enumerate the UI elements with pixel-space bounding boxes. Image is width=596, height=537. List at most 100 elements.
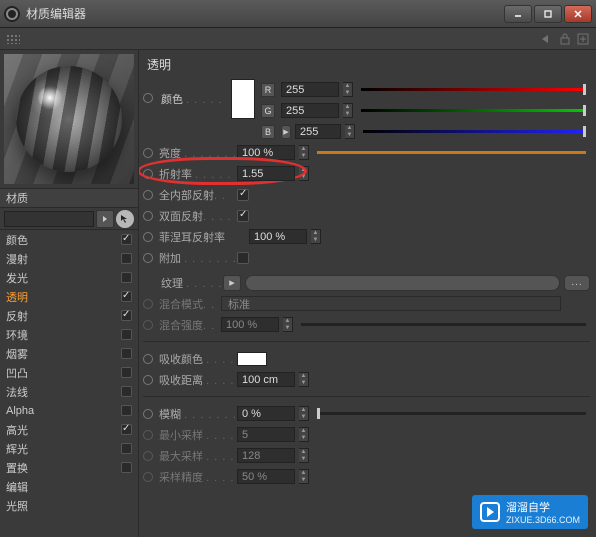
maxsamples-spinner[interactable]: ▲▼ [299, 448, 309, 463]
channel-checkbox[interactable] [121, 424, 132, 435]
blur-value[interactable]: 0 % [237, 406, 295, 421]
texture-field[interactable] [245, 275, 560, 291]
b-slider[interactable] [363, 130, 586, 133]
radio-fresnel[interactable] [143, 232, 153, 242]
channel-checkbox[interactable] [121, 348, 132, 359]
channel-checkbox[interactable] [121, 462, 132, 473]
radio-doublesided[interactable] [143, 211, 153, 221]
radio-minsamples[interactable] [143, 430, 153, 440]
radio-maxsamples[interactable] [143, 451, 153, 461]
refraction-spinner[interactable]: ▲▼ [299, 166, 309, 181]
channel-checkbox[interactable] [121, 329, 132, 340]
refraction-value[interactable]: 1.55 [237, 166, 295, 181]
fresnel-value[interactable]: 100 % [249, 229, 307, 244]
new-icon[interactable] [576, 32, 590, 46]
blendstrength-spinner[interactable]: ▲▼ [283, 317, 293, 332]
maxsamples-value[interactable]: 128 [237, 448, 295, 463]
channel-fog[interactable]: 烟雾 [0, 344, 138, 363]
channel-editor[interactable]: 编辑 [0, 477, 138, 496]
radio-blur[interactable] [143, 409, 153, 419]
channel-checkbox[interactable] [121, 443, 132, 454]
tir-checkbox[interactable] [237, 189, 249, 201]
material-preview[interactable] [4, 54, 134, 184]
channel-displacement[interactable]: 置换 [0, 458, 138, 477]
texture-browse-button[interactable]: ... [564, 275, 590, 291]
channel-alpha[interactable]: Alpha [0, 401, 138, 420]
b-spinner[interactable]: ▲▼ [345, 124, 355, 139]
radio-tir[interactable] [143, 190, 153, 200]
channel-transparency[interactable]: 透明 [0, 287, 138, 306]
channel-checkbox[interactable] [121, 253, 132, 264]
channel-illumination[interactable]: 光照 [0, 496, 138, 515]
radio-refraction[interactable] [143, 169, 153, 179]
maximize-button[interactable] [534, 5, 562, 23]
channel-environment[interactable]: 环境 [0, 325, 138, 344]
radio-blendstrength[interactable] [143, 320, 153, 330]
blur-spinner[interactable]: ▲▼ [299, 406, 309, 421]
channel-diffuse[interactable]: 漫射 [0, 249, 138, 268]
channel-reflection[interactable]: 反射 [0, 306, 138, 325]
accuracy-spinner[interactable]: ▲▼ [299, 469, 309, 484]
brightness-value[interactable]: 100 % [237, 145, 295, 160]
lock-icon[interactable] [558, 32, 572, 46]
brightness-spinner[interactable]: ▲▼ [299, 145, 309, 160]
channel-checkbox[interactable] [121, 367, 132, 378]
g-value[interactable]: 255 [281, 103, 339, 118]
g-spinner[interactable]: ▲▼ [343, 103, 353, 118]
texture-arrow-button[interactable]: ▸ [223, 275, 241, 291]
absorbdist-value[interactable]: 100 cm [237, 372, 295, 387]
material-name[interactable]: 材质 [6, 190, 28, 206]
r-spinner[interactable]: ▲▼ [343, 82, 353, 97]
channel-checkbox[interactable] [121, 386, 132, 397]
r-value[interactable]: 255 [281, 82, 339, 97]
blendstrength-value[interactable]: 100 % [221, 317, 279, 332]
radio-color[interactable] [143, 93, 153, 103]
channel-normal[interactable]: 法线 [0, 382, 138, 401]
r-label[interactable]: R [261, 83, 275, 97]
additive-checkbox[interactable] [237, 252, 249, 264]
picker-icon[interactable] [116, 210, 134, 228]
channel-luminance[interactable]: 发光 [0, 268, 138, 287]
doublesided-checkbox[interactable] [237, 210, 249, 222]
blendstrength-slider[interactable] [301, 323, 586, 326]
g-label[interactable]: G [261, 104, 275, 118]
b-label[interactable]: B [261, 125, 275, 139]
channel-checkbox[interactable] [121, 405, 132, 416]
blur-slider[interactable] [317, 412, 586, 415]
radio-additive[interactable] [143, 253, 153, 263]
channel-label: 反射 [6, 308, 113, 324]
nav-field[interactable] [4, 211, 94, 227]
channel-specular[interactable]: 高光 [0, 420, 138, 439]
color-swatch[interactable] [231, 79, 255, 119]
minsamples-value[interactable]: 5 [237, 427, 295, 442]
minsamples-spinner[interactable]: ▲▼ [299, 427, 309, 442]
back-icon[interactable] [540, 32, 554, 46]
channel-checkbox[interactable] [121, 234, 132, 245]
channel-checkbox[interactable] [121, 272, 132, 283]
close-button[interactable] [564, 5, 592, 23]
brightness-slider[interactable] [317, 151, 586, 154]
b-dropdown[interactable]: ▶ [281, 125, 291, 139]
blendmode-dropdown[interactable]: 标准 [221, 296, 561, 311]
radio-brightness[interactable] [143, 148, 153, 158]
absorbdist-spinner[interactable]: ▲▼ [299, 372, 309, 387]
fresnel-spinner[interactable]: ▲▼ [311, 229, 321, 244]
b-value[interactable]: 255 [295, 124, 341, 139]
r-slider[interactable] [361, 88, 586, 91]
label-tir: 全内部反射 [159, 190, 214, 202]
channel-glow[interactable]: 辉光 [0, 439, 138, 458]
minimize-button[interactable] [504, 5, 532, 23]
radio-blendmode[interactable] [143, 299, 153, 309]
g-slider[interactable] [361, 109, 586, 112]
nav-next-button[interactable] [96, 210, 114, 228]
radio-absorbdist[interactable] [143, 375, 153, 385]
channel-checkbox[interactable] [121, 291, 132, 302]
channel-checkbox[interactable] [121, 310, 132, 321]
radio-accuracy[interactable] [143, 472, 153, 482]
accuracy-value[interactable]: 50 % [237, 469, 295, 484]
channel-bump[interactable]: 凹凸 [0, 363, 138, 382]
radio-absorbcolor[interactable] [143, 354, 153, 364]
absorbcolor-swatch[interactable] [237, 352, 267, 366]
channel-color[interactable]: 颜色 [0, 230, 138, 249]
label-brightness: 亮度 [159, 148, 181, 160]
